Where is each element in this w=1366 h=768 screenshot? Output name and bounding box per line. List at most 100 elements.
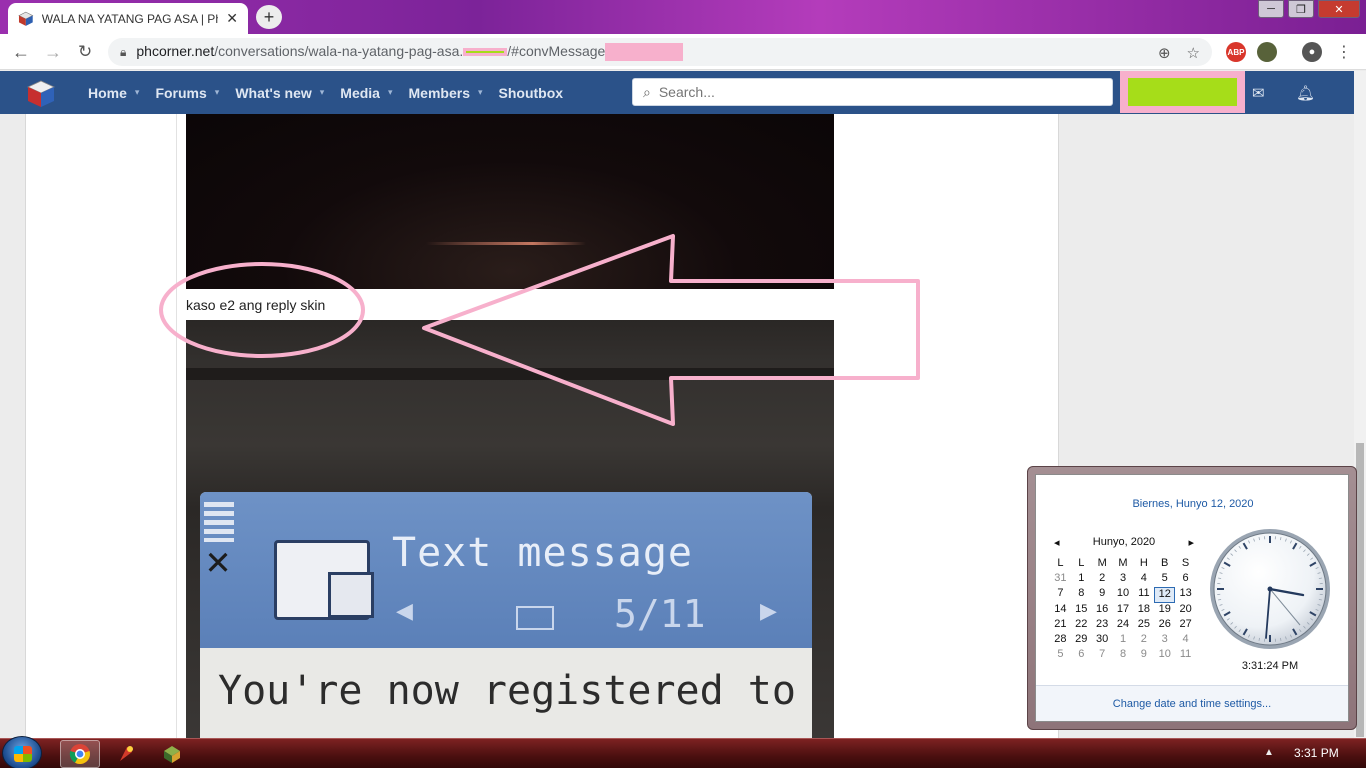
- calendar-day[interactable]: 6: [1071, 648, 1092, 663]
- tray-expand-icon[interactable]: ▲: [1264, 747, 1274, 758]
- taskbar-app-3[interactable]: [152, 740, 192, 768]
- calendar-day[interactable]: 21: [1050, 618, 1071, 633]
- attached-photo-top[interactable]: [186, 114, 834, 289]
- site-logo[interactable]: [26, 79, 56, 109]
- calendar-day[interactable]: 18: [1133, 603, 1154, 618]
- calendar-day[interactable]: 24: [1113, 618, 1134, 633]
- tab-title: WALA NA YATANG PAG ASA | Ph: [41, 11, 219, 26]
- chevron-down-icon[interactable]: ▾: [478, 87, 483, 98]
- reload-icon[interactable]: ↻: [78, 42, 92, 62]
- calendar-day[interactable]: 4: [1175, 633, 1196, 648]
- maximize-button[interactable]: ❐: [1288, 0, 1314, 18]
- add-icon[interactable]: ⊕: [1158, 44, 1171, 62]
- weekday-label: B: [1161, 557, 1169, 569]
- calendar-day[interactable]: 8: [1071, 587, 1092, 602]
- calendar-day[interactable]: 31: [1050, 572, 1071, 587]
- chevron-down-icon[interactable]: ▾: [320, 87, 325, 98]
- menu-icon[interactable]: ⋮: [1336, 42, 1352, 62]
- change-date-time-link[interactable]: Change date and time settings...: [1113, 698, 1271, 710]
- calendar-day-today[interactable]: 12: [1154, 587, 1176, 603]
- site-search[interactable]: ⌕: [632, 78, 1113, 106]
- nav-item-home[interactable]: Home ▾: [88, 85, 139, 101]
- calendar-day[interactable]: 9: [1092, 587, 1113, 602]
- calendar-day[interactable]: 3: [1113, 572, 1134, 587]
- calendar-day[interactable]: 26: [1154, 618, 1175, 633]
- calendar-day[interactable]: 15: [1071, 603, 1092, 618]
- search-icon: ⌕: [643, 83, 651, 100]
- nav-item-shoutbox[interactable]: Shoutbox: [499, 85, 564, 101]
- message-divider: [176, 114, 177, 738]
- new-tab-button[interactable]: +: [256, 5, 282, 29]
- nav-item-what-s-new[interactable]: What's new ▾: [235, 85, 324, 101]
- calendar-full-date[interactable]: Biernes, Hunyo 12, 2020: [1036, 498, 1350, 510]
- calendar-day[interactable]: 7: [1050, 587, 1071, 602]
- calendar-day[interactable]: 1: [1113, 633, 1134, 648]
- forward-icon[interactable]: →: [44, 42, 62, 63]
- calendar-day[interactable]: 6: [1175, 572, 1196, 587]
- back-icon[interactable]: ←: [12, 42, 30, 63]
- phcorner-favicon-icon: [18, 11, 34, 26]
- chevron-down-icon[interactable]: ▾: [388, 87, 393, 98]
- weekday-label: M: [1097, 557, 1107, 569]
- calendar-day[interactable]: 10: [1113, 587, 1134, 602]
- calendar-day[interactable]: 19: [1154, 603, 1175, 618]
- left-arrow-icon: ◀: [396, 598, 413, 623]
- scrollbar-thumb[interactable]: [1356, 443, 1364, 737]
- calendar-day[interactable]: 27: [1175, 618, 1196, 633]
- calendar-day[interactable]: 25: [1133, 618, 1154, 633]
- nav-item-label: Shoutbox: [498, 84, 564, 101]
- bell-icon[interactable]: 🔔︎: [1296, 84, 1315, 102]
- minimize-button[interactable]: ─: [1258, 0, 1284, 18]
- calendar-day[interactable]: 13: [1175, 587, 1196, 602]
- calendar-day[interactable]: 3: [1154, 633, 1175, 648]
- address-bar[interactable]: 🔒︎ phcorner.net/conversations/wala-na-ya…: [108, 38, 1212, 66]
- star-icon[interactable]: ☆: [1187, 44, 1200, 62]
- calendar-day[interactable]: 9: [1133, 648, 1154, 663]
- calendar-day[interactable]: 4: [1133, 572, 1154, 587]
- user-account-redacted[interactable]: [1120, 71, 1245, 113]
- calendar-month-label[interactable]: Hunyo, 2020: [1093, 536, 1155, 549]
- calendar-day[interactable]: 23: [1092, 618, 1113, 633]
- nav-item-forums[interactable]: Forums ▾: [155, 85, 219, 101]
- calendar-day[interactable]: 1: [1071, 572, 1092, 587]
- calendar-day[interactable]: 7: [1092, 648, 1113, 663]
- calendar-day[interactable]: 16: [1092, 603, 1113, 618]
- taskbar-chrome[interactable]: [60, 740, 100, 768]
- calendar-day[interactable]: 5: [1154, 572, 1175, 587]
- browser-tab[interactable]: WALA NA YATANG PAG ASA | Ph ✕: [8, 3, 248, 34]
- calendar-day[interactable]: 2: [1092, 572, 1113, 587]
- profile-icon[interactable]: ●: [1302, 42, 1322, 62]
- calendar-day[interactable]: 11: [1133, 587, 1154, 602]
- calendar-day[interactable]: 11: [1175, 648, 1196, 663]
- nav-item-media[interactable]: Media ▾: [340, 85, 392, 101]
- prev-month-icon[interactable]: ◂: [1054, 536, 1060, 549]
- chevron-down-icon[interactable]: ▾: [215, 87, 220, 98]
- attached-photo-phone[interactable]: ✕ Text message ◀ 5/11 ▶ You're now regis…: [186, 320, 834, 738]
- url-text[interactable]: phcorner.net/conversations/wala-na-yatan…: [136, 43, 684, 62]
- extension-icon[interactable]: [1257, 42, 1277, 62]
- next-month-icon[interactable]: ▸: [1188, 536, 1194, 549]
- calendar-day[interactable]: 5: [1050, 648, 1071, 663]
- calendar-day[interactable]: 28: [1050, 633, 1071, 648]
- tab-close-icon[interactable]: ✕: [226, 10, 238, 27]
- calendar-day[interactable]: 10: [1154, 648, 1175, 663]
- calendar-day[interactable]: 20: [1175, 603, 1196, 618]
- calendar-day[interactable]: 22: [1071, 618, 1092, 633]
- weekday-label: H: [1139, 557, 1148, 569]
- calendar-day[interactable]: 14: [1050, 603, 1071, 618]
- calendar-day[interactable]: 17: [1113, 603, 1134, 618]
- nav-item-members[interactable]: Members ▾: [409, 85, 483, 101]
- chevron-down-icon[interactable]: ▾: [135, 87, 140, 98]
- taskbar-clock[interactable]: 3:31 PM: [1294, 746, 1339, 760]
- calendar-day[interactable]: 30: [1092, 633, 1113, 648]
- phone-screen: ✕ Text message ◀ 5/11 ▶ You're now regis…: [200, 492, 812, 738]
- mail-icon[interactable]: ✉: [1252, 84, 1265, 102]
- close-window-button[interactable]: ✕: [1318, 0, 1360, 18]
- adblock-icon[interactable]: ABP: [1226, 42, 1246, 62]
- calendar-day[interactable]: 8: [1113, 648, 1134, 663]
- taskbar-app-2[interactable]: [106, 740, 146, 768]
- start-button[interactable]: [2, 736, 42, 768]
- calendar-day[interactable]: 2: [1133, 633, 1154, 648]
- search-input[interactable]: [658, 84, 1089, 100]
- calendar-day[interactable]: 29: [1071, 633, 1092, 648]
